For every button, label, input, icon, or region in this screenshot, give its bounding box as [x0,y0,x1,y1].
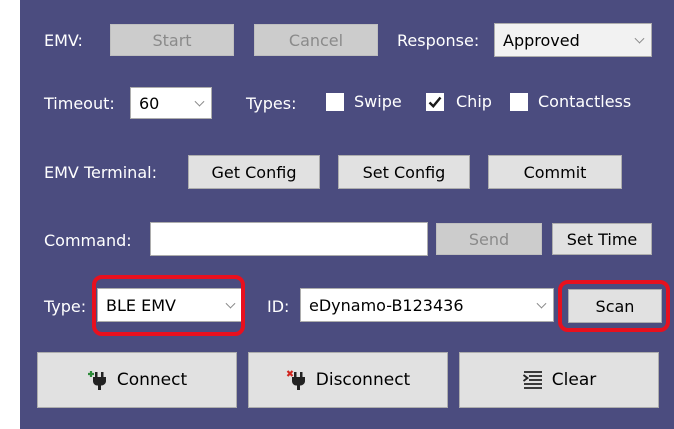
emv-terminal-label: EMV Terminal: [44,163,157,182]
chevron-down-icon [536,298,547,309]
id-dropdown[interactable]: eDynamo-B123436 [300,288,554,322]
command-input[interactable] [150,222,428,256]
send-button[interactable]: Send [436,223,542,255]
disconnect-label: Disconnect [315,370,411,390]
emv-label: EMV: [44,31,83,50]
scan-button[interactable]: Scan [568,289,662,323]
swipe-label: Swipe [354,92,402,111]
disconnect-plug-icon [286,369,308,391]
timeout-value: 60 [139,93,160,113]
contactless-label: Contactless [538,92,632,111]
response-value: Approved [503,30,580,50]
connect-label: Connect [116,370,188,390]
id-label: ID: [267,297,290,316]
types-label: Types: [246,94,297,113]
swipe-checkbox[interactable] [326,93,344,111]
connect-button[interactable]: Connect [37,352,237,408]
commit-button[interactable]: Commit [488,155,622,189]
set-time-button[interactable]: Set Time [552,223,652,255]
set-config-button[interactable]: Set Config [338,155,470,189]
clear-label: Clear [551,370,597,390]
timeout-label: Timeout: [44,94,115,113]
contactless-checkbox[interactable] [510,93,528,111]
command-label: Command: [44,231,132,250]
cancel-button[interactable]: Cancel [254,24,378,56]
chip-checkbox[interactable] [426,93,444,111]
type-dropdown[interactable]: BLE EMV [97,288,243,322]
clear-list-icon [522,369,544,391]
chip-label: Chip [456,92,492,111]
id-value: eDynamo-B123436 [309,295,464,315]
start-button[interactable]: Start [110,24,234,56]
chevron-down-icon [634,33,645,44]
type-label: Type: [44,297,87,316]
clear-button[interactable]: Clear [459,352,659,408]
chevron-down-icon [225,298,236,309]
type-value: BLE EMV [106,295,176,315]
checkmark-icon [428,96,442,108]
disconnect-button[interactable]: Disconnect [248,352,448,408]
chevron-down-icon [194,96,205,107]
response-dropdown[interactable]: Approved [494,23,652,57]
connect-plug-icon [87,369,109,391]
response-label: Response: [397,31,480,50]
get-config-button[interactable]: Get Config [188,155,320,189]
timeout-dropdown[interactable]: 60 [130,87,212,119]
